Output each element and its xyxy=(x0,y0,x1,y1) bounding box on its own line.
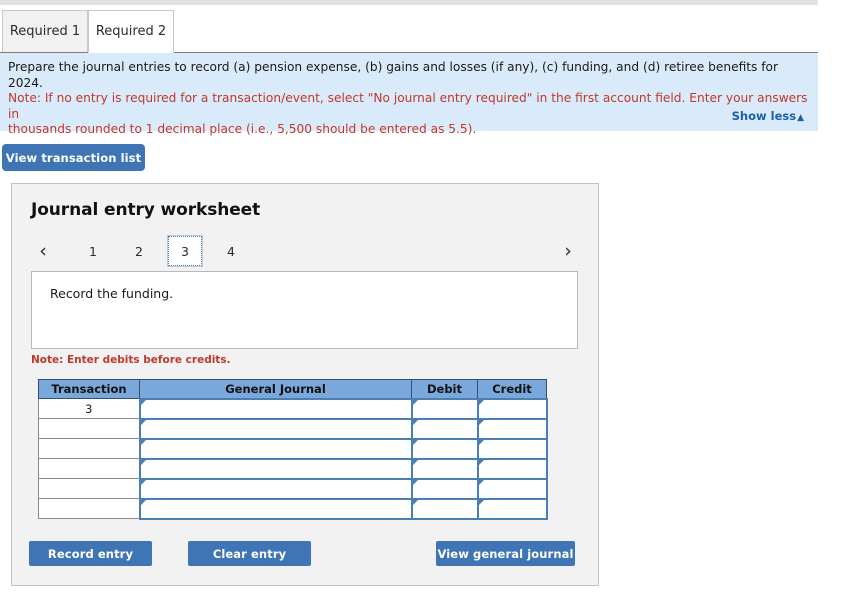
cell-general-journal-input[interactable] xyxy=(138,477,413,500)
column-header-general-journal: General Journal xyxy=(139,379,412,399)
cell-debit-input[interactable] xyxy=(410,477,479,500)
cell-transaction xyxy=(38,458,140,479)
cell-debit-input[interactable] xyxy=(410,437,479,460)
column-header-credit: Credit xyxy=(477,379,547,399)
cell-general-journal-input[interactable] xyxy=(138,457,413,480)
caret-up-icon: ▲ xyxy=(797,113,804,123)
entry-description-text: Record the funding. xyxy=(50,286,174,301)
instructions-line-2: Note: If no entry is required for a tran… xyxy=(8,91,808,121)
cell-transaction: 3 xyxy=(38,398,140,419)
tab-bar: Required 1 Required 2 xyxy=(0,5,818,53)
cell-transaction xyxy=(38,498,140,519)
debits-before-credits-note: Note: Enter debits before credits. xyxy=(31,354,231,366)
record-entry-button[interactable]: Record entry xyxy=(29,541,152,566)
journal-entry-table-body: 3 xyxy=(38,397,548,520)
journal-entry-worksheet-panel: Journal entry worksheet ‹ 1 2 3 4 › Reco… xyxy=(11,183,599,586)
tab-required-2[interactable]: Required 2 xyxy=(88,10,174,53)
clear-entry-button[interactable]: Clear entry xyxy=(188,541,311,566)
table-header-row: Transaction General Journal Debit Credit xyxy=(38,379,547,399)
worksheet-title: Journal entry worksheet xyxy=(31,200,261,220)
cell-general-journal-input[interactable] xyxy=(138,397,413,420)
cell-general-journal-input[interactable] xyxy=(138,437,413,460)
view-transaction-list-label: View transaction list xyxy=(5,150,142,165)
cell-debit-input[interactable] xyxy=(410,457,479,480)
cell-transaction xyxy=(38,438,140,459)
table-row xyxy=(38,417,548,440)
cell-debit-input[interactable] xyxy=(410,497,479,520)
cell-credit-input[interactable] xyxy=(476,437,548,460)
show-less-toggle[interactable]: Show less▲ xyxy=(732,109,804,123)
pagination-prev-icon[interactable]: ‹ xyxy=(31,236,55,266)
instructions-panel: Prepare the journal entries to record (a… xyxy=(0,53,818,136)
tab-required-1-label: Required 1 xyxy=(9,24,81,39)
pagination-page-4[interactable]: 4 xyxy=(214,236,248,266)
clear-entry-label: Clear entry xyxy=(212,546,287,561)
table-row xyxy=(38,457,548,480)
view-general-journal-button[interactable]: View general journal xyxy=(436,541,575,566)
cell-credit-input[interactable] xyxy=(476,457,548,480)
view-general-journal-label: View general journal xyxy=(437,546,574,561)
cell-debit-input[interactable] xyxy=(410,397,479,420)
pagination-page-1[interactable]: 1 xyxy=(76,236,110,266)
table-row xyxy=(38,437,548,460)
cell-transaction xyxy=(38,478,140,499)
cell-debit-input[interactable] xyxy=(410,417,479,440)
cell-credit-input[interactable] xyxy=(476,397,548,420)
tab-required-1[interactable]: Required 1 xyxy=(2,10,88,53)
pagination-page-2[interactable]: 2 xyxy=(122,236,156,266)
cell-general-journal-input[interactable] xyxy=(138,417,413,440)
view-transaction-list-button[interactable]: View transaction list xyxy=(2,144,145,171)
table-row xyxy=(38,477,548,500)
column-header-transaction: Transaction xyxy=(38,379,140,399)
worksheet-pagination: ‹ 1 2 3 4 › xyxy=(12,235,600,268)
cell-credit-input[interactable] xyxy=(476,477,548,500)
table-row xyxy=(38,497,548,520)
cell-general-journal-input[interactable] xyxy=(138,497,413,520)
cell-transaction xyxy=(38,418,140,439)
journal-entry-table: Transaction General Journal Debit Credit… xyxy=(38,379,548,520)
cell-credit-input[interactable] xyxy=(476,497,548,520)
instructions-line-1: Prepare the journal entries to record (a… xyxy=(8,60,779,90)
cell-credit-input[interactable] xyxy=(476,417,548,440)
tab-required-2-label: Required 2 xyxy=(95,24,167,39)
instructions-line-3: thousands rounded to 1 decimal place (i.… xyxy=(8,122,477,136)
show-less-label: Show less xyxy=(731,109,797,123)
pagination-page-3[interactable]: 3 xyxy=(167,235,203,267)
pagination-next-icon[interactable]: › xyxy=(556,236,580,266)
record-entry-label: Record entry xyxy=(47,546,134,561)
table-row: 3 xyxy=(38,397,548,420)
entry-description-box: Record the funding. xyxy=(31,271,578,349)
column-header-debit: Debit xyxy=(411,379,478,399)
